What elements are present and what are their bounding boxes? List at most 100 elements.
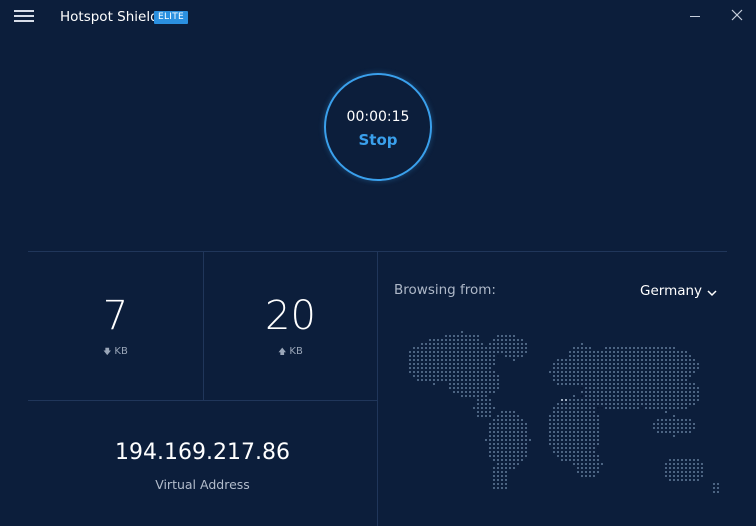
map-dot — [608, 350, 612, 354]
map-dot — [504, 462, 508, 466]
map-dot — [588, 346, 592, 350]
map-dot — [700, 474, 704, 478]
map-dot — [556, 378, 560, 382]
map-dot — [572, 394, 576, 398]
map-dot — [496, 334, 500, 338]
map-dot — [448, 346, 452, 350]
map-dot — [580, 474, 584, 478]
map-dot — [688, 462, 692, 466]
map-dot — [624, 370, 628, 374]
map-dot — [468, 386, 472, 390]
map-dot — [520, 346, 524, 350]
map-dot — [492, 386, 496, 390]
map-dot — [512, 462, 516, 466]
map-dot — [672, 374, 676, 378]
map-dot — [628, 354, 632, 358]
map-dot — [488, 354, 492, 358]
map-dot — [688, 398, 692, 402]
map-dot — [484, 410, 488, 414]
map-dot — [448, 338, 452, 342]
close-button[interactable] — [728, 6, 746, 24]
map-dot — [568, 418, 572, 422]
map-dot — [688, 470, 692, 474]
connection-toggle-button[interactable]: 00:00:15 Stop — [324, 73, 432, 181]
map-dot — [504, 438, 508, 442]
map-dot — [676, 418, 680, 422]
chevron-down-icon[interactable] — [706, 284, 718, 297]
map-dot — [480, 366, 484, 370]
map-dot — [680, 402, 684, 406]
map-dot — [584, 366, 588, 370]
map-dot — [580, 382, 584, 386]
map-dot — [552, 446, 556, 450]
map-dot — [672, 386, 676, 390]
map-dot — [440, 374, 444, 378]
minimize-button[interactable] — [686, 6, 704, 24]
map-dot — [436, 338, 440, 342]
map-dot — [436, 358, 440, 362]
map-dot — [548, 426, 552, 430]
country-select[interactable]: Germany — [640, 283, 702, 299]
map-dot — [500, 418, 504, 422]
map-dot — [672, 398, 676, 402]
map-dot — [656, 350, 660, 354]
map-dot — [584, 466, 588, 470]
map-dot — [588, 390, 592, 394]
map-dot — [688, 466, 692, 470]
map-dot — [424, 366, 428, 370]
map-dot — [584, 346, 588, 350]
map-dot — [476, 390, 480, 394]
map-dot — [684, 470, 688, 474]
map-dot — [588, 402, 592, 406]
map-dot — [484, 358, 488, 362]
map-dot — [616, 350, 620, 354]
map-dot — [508, 414, 512, 418]
map-dot — [616, 386, 620, 390]
map-dot — [436, 370, 440, 374]
hamburger-menu-icon[interactable] — [14, 10, 34, 22]
map-dot — [684, 378, 688, 382]
map-dot — [560, 362, 564, 366]
map-dot — [604, 402, 608, 406]
map-dot — [588, 462, 592, 466]
map-dot — [488, 366, 492, 370]
map-dot — [648, 382, 652, 386]
map-dot — [480, 378, 484, 382]
map-dot — [680, 374, 684, 378]
map-dot — [588, 434, 592, 438]
map-dot — [588, 454, 592, 458]
map-dot — [636, 346, 640, 350]
map-dot — [500, 350, 504, 354]
map-dot — [472, 370, 476, 374]
map-dot — [464, 362, 468, 366]
map-dot — [624, 394, 628, 398]
map-dot — [628, 390, 632, 394]
map-dot — [668, 422, 672, 426]
map-dot — [548, 414, 552, 418]
map-dot — [680, 470, 684, 474]
map-dot — [608, 346, 612, 350]
map-dot — [572, 402, 576, 406]
map-dot — [472, 378, 476, 382]
map-dot — [644, 362, 648, 366]
map-dot — [564, 414, 568, 418]
connection-timer: 00:00:15 — [346, 109, 410, 125]
map-dot — [560, 410, 564, 414]
map-dot — [668, 402, 672, 406]
map-dot — [596, 414, 600, 418]
map-dot — [492, 454, 496, 458]
map-dot — [580, 422, 584, 426]
map-dot — [476, 398, 480, 402]
map-dot — [664, 370, 668, 374]
map-dot — [504, 454, 508, 458]
map-dot — [676, 430, 680, 434]
map-dot — [576, 366, 580, 370]
map-dot — [680, 430, 684, 434]
map-dot — [572, 346, 576, 350]
map-dot — [672, 474, 676, 478]
map-dot — [656, 362, 660, 366]
map-dot — [496, 346, 500, 350]
map-dot — [632, 370, 636, 374]
map-dot — [656, 378, 660, 382]
map-dot — [612, 382, 616, 386]
